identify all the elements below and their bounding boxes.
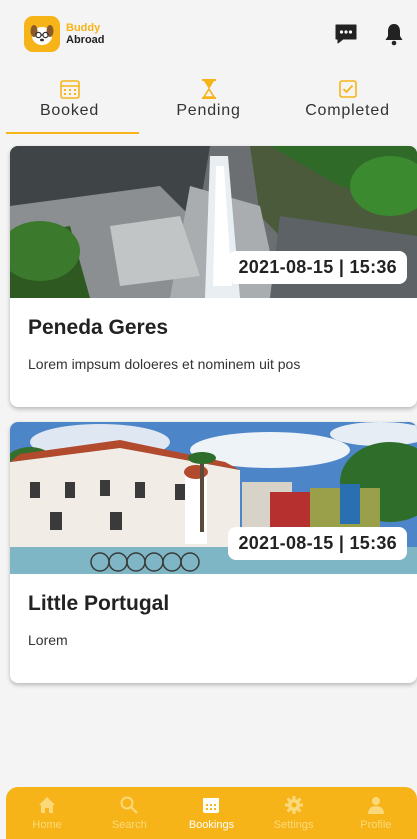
nav-profile-label: Profile bbox=[360, 819, 392, 831]
nav-profile[interactable]: Profile bbox=[341, 795, 411, 831]
nav-settings[interactable]: Settings bbox=[259, 795, 329, 831]
nav-home[interactable]: Home bbox=[12, 795, 82, 831]
dog-face-icon bbox=[30, 25, 54, 45]
app-header: Buddy Abroad bbox=[0, 0, 417, 68]
booking-image-waterfall: 2021-08-15 | 15:36 bbox=[10, 146, 417, 298]
bell-icon bbox=[385, 24, 403, 46]
nav-settings-label: Settings bbox=[273, 819, 314, 831]
logo-line1: Buddy bbox=[66, 22, 101, 34]
nav-bookings[interactable]: Bookings bbox=[176, 795, 246, 831]
booking-status-tabs: Booked Pending Completed bbox=[0, 72, 417, 134]
chat-bubble-icon bbox=[335, 24, 357, 44]
booking-description: Lorem bbox=[28, 632, 68, 648]
tab-completed[interactable]: Completed bbox=[278, 72, 417, 134]
booking-card[interactable]: 2021-08-15 | 15:36 Peneda Geres Lorem im… bbox=[10, 146, 417, 407]
notifications-button[interactable] bbox=[381, 21, 407, 47]
app-logo[interactable]: Buddy Abroad bbox=[24, 16, 105, 52]
home-icon bbox=[39, 797, 56, 813]
tab-completed-label: Completed bbox=[305, 102, 390, 119]
logo-badge bbox=[24, 16, 60, 52]
logo-line2: Abroad bbox=[66, 34, 105, 46]
booking-image-little-portugal: 2021-08-15 | 15:36 bbox=[10, 422, 417, 574]
person-icon bbox=[367, 797, 384, 814]
tab-booked[interactable]: Booked bbox=[0, 72, 139, 134]
hourglass-icon bbox=[201, 79, 216, 99]
nav-home-label: Home bbox=[32, 819, 62, 831]
calendar-icon bbox=[59, 80, 80, 99]
booking-datetime-badge: 2021-08-15 | 15:36 bbox=[228, 251, 407, 284]
search-icon bbox=[120, 796, 139, 814]
booking-description: Lorem impsum doloeres et nominem uit pos bbox=[28, 356, 301, 372]
gear-icon bbox=[284, 796, 303, 814]
chat-button[interactable] bbox=[333, 21, 359, 47]
checkbox-icon bbox=[338, 80, 357, 98]
booking-datetime-badge: 2021-08-15 | 15:36 bbox=[228, 527, 407, 560]
booking-card[interactable]: 2021-08-15 | 15:36 Little Portugal Lorem bbox=[10, 422, 417, 683]
tab-booked-label: Booked bbox=[39, 102, 100, 119]
tab-pending-label: Pending bbox=[176, 102, 241, 119]
calendar-icon bbox=[203, 798, 220, 813]
booking-title: Little Portugal bbox=[28, 592, 170, 615]
tab-pending[interactable]: Pending bbox=[139, 72, 278, 134]
bottom-navigation: Home Search Bookings Settings Profile bbox=[6, 787, 417, 839]
nav-search[interactable]: Search bbox=[94, 795, 164, 831]
booking-title: Peneda Geres bbox=[28, 316, 169, 339]
nav-search-label: Search bbox=[111, 819, 147, 831]
nav-bookings-label: Bookings bbox=[188, 819, 235, 831]
